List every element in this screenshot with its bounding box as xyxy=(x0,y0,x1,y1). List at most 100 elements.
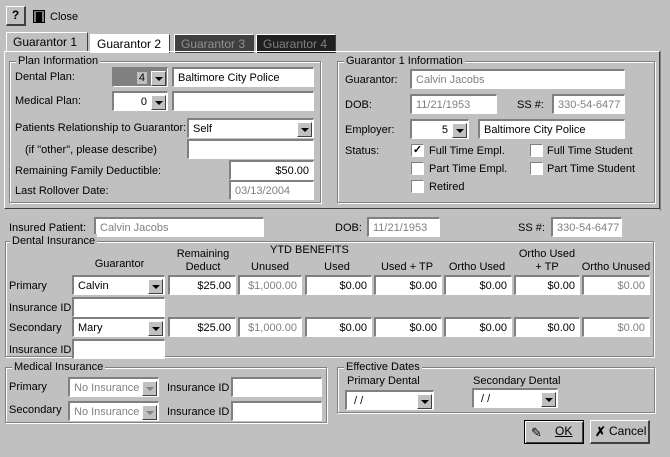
dental-insurance-title: Dental Insurance xyxy=(10,234,98,248)
secondary-ortho-unused: $0.00 xyxy=(582,317,650,337)
secondary-guarantor-select[interactable]: Mary xyxy=(72,317,165,337)
chevron-down-icon xyxy=(142,381,157,396)
chevron-down-icon[interactable] xyxy=(452,123,467,138)
employer-name[interactable]: Baltimore City Police xyxy=(478,119,625,139)
primary-guarantor-value: Calvin xyxy=(78,280,109,292)
secondary-remaining[interactable]: $25.00 xyxy=(168,317,236,337)
primary-used[interactable]: $0.00 xyxy=(305,275,372,295)
secondary-used-tp[interactable]: $0.00 xyxy=(374,317,442,337)
patient-dob-input: 11/21/1953 xyxy=(367,217,440,237)
primary-ortho-used-tp[interactable]: $0.00 xyxy=(514,275,580,295)
primary-dental-date-select[interactable]: / / xyxy=(345,390,434,410)
close-button[interactable]: Close xyxy=(32,8,80,26)
door-icon xyxy=(33,10,45,23)
pencil-icon: ✎ xyxy=(531,425,542,440)
status-label: Status: xyxy=(345,145,380,157)
header-unused: Unused xyxy=(251,261,289,273)
chevron-down-icon[interactable] xyxy=(417,394,432,409)
close-label: Close xyxy=(50,11,79,23)
secondary-insurance-id-input[interactable] xyxy=(72,339,165,359)
chevron-down-icon[interactable] xyxy=(151,95,166,110)
medical-plan-select[interactable]: 0 xyxy=(112,91,168,111)
effective-dates-title: Effective Dates xyxy=(344,360,422,374)
guarantor-dob-label: DOB: xyxy=(345,99,372,111)
dental-plan-value: 4 xyxy=(136,72,147,84)
chevron-down-icon[interactable] xyxy=(151,71,166,86)
primary-remaining[interactable]: $25.00 xyxy=(168,275,236,295)
employer-value: 5 xyxy=(441,124,448,136)
primary-insurance-id-label: Insurance ID xyxy=(9,302,72,314)
retired-checkbox[interactable] xyxy=(411,180,424,193)
chevron-down-icon[interactable] xyxy=(541,392,556,407)
medical-secondary-label: Secondary xyxy=(9,404,62,416)
medical-primary-select: No Insurance xyxy=(68,377,159,397)
full-time-empl-label: Full Time Empl. xyxy=(429,145,505,157)
employer-label: Employer: xyxy=(345,124,395,136)
secondary-used[interactable]: $0.00 xyxy=(305,317,372,337)
guarantor-name-input: Calvin Jacobs xyxy=(410,69,625,89)
chevron-down-icon[interactable] xyxy=(148,321,163,336)
part-time-empl-checkbox[interactable] xyxy=(411,162,424,175)
header-used-tp: Used + TP xyxy=(380,261,434,273)
other-describe-input[interactable] xyxy=(187,139,314,159)
ytd-benefits-label: YTD BENEFITS xyxy=(270,244,349,256)
secondary-dental-date-select[interactable]: / / xyxy=(472,388,558,408)
medical-primary-value: No Insurance xyxy=(74,382,140,394)
chevron-down-icon xyxy=(142,405,157,420)
cancel-button[interactable]: ✗ Cancel xyxy=(590,420,650,444)
guarantor-ss-label: SS #: xyxy=(517,99,544,111)
secondary-ortho-used-tp[interactable]: $0.00 xyxy=(514,317,580,337)
help-button[interactable]: ? xyxy=(6,6,26,26)
primary-unused: $1,000.00 xyxy=(238,275,302,295)
medical-secondary-value: No Insurance xyxy=(74,406,140,418)
patient-ss-label: SS #: xyxy=(518,222,545,234)
header-ortho-used: Ortho Used xyxy=(448,261,506,273)
ok-label: OK xyxy=(555,424,573,438)
medical-plan-name[interactable] xyxy=(172,91,314,111)
primary-insurance-id-input[interactable] xyxy=(72,297,165,317)
deductible-label: Remaining Family Deductible: xyxy=(15,165,162,177)
part-time-student-label: Part Time Student xyxy=(547,163,636,175)
medical-secondary-id-input[interactable] xyxy=(231,401,322,421)
relationship-select[interactable]: Self xyxy=(187,118,314,138)
guarantor-dob-input: 11/21/1953 xyxy=(410,94,497,114)
primary-ortho-unused: $0.00 xyxy=(582,275,650,295)
vertical-scrollbar[interactable] xyxy=(660,51,668,211)
primary-row-label: Primary xyxy=(9,280,47,292)
medical-primary-id-label: Insurance ID xyxy=(167,382,230,394)
chevron-down-icon[interactable] xyxy=(148,279,163,294)
header-used: Used xyxy=(324,261,350,273)
medical-primary-label: Primary xyxy=(9,381,47,393)
relationship-value: Self xyxy=(193,123,212,135)
chevron-down-icon[interactable] xyxy=(297,122,312,137)
dental-plan-name[interactable]: Baltimore City Police xyxy=(172,67,314,87)
guarantor-ss-input: 330-54-6477 xyxy=(552,94,625,114)
other-describe-label: (if "other", please describe) xyxy=(25,144,157,156)
patient-dob-label: DOB: xyxy=(335,222,362,234)
dental-plan-select[interactable]: 4 xyxy=(112,67,168,87)
rollover-input: 03/13/2004 xyxy=(229,180,314,200)
full-time-student-checkbox[interactable] xyxy=(530,144,543,157)
part-time-student-checkbox[interactable] xyxy=(530,162,543,175)
header-ortho-used-tp: Ortho Used + TP xyxy=(518,248,576,273)
secondary-dental-date-value: / / xyxy=(478,393,491,405)
secondary-guarantor-value: Mary xyxy=(78,322,103,334)
tab-guarantor-1[interactable]: Guarantor 1 xyxy=(6,32,88,51)
primary-guarantor-select[interactable]: Calvin xyxy=(72,275,165,295)
retired-label: Retired xyxy=(429,181,465,193)
deductible-input[interactable]: $50.00 xyxy=(229,160,314,180)
header-ortho-unused: Ortho Unused xyxy=(581,261,651,273)
full-time-student-label: Full Time Student xyxy=(547,145,633,157)
medical-plan-label: Medical Plan: xyxy=(15,95,82,107)
full-time-empl-checkbox[interactable]: ✓ xyxy=(411,144,424,157)
employer-select[interactable]: 5 xyxy=(410,119,469,139)
insured-patient-label: Insured Patient: xyxy=(9,222,87,234)
primary-used-tp[interactable]: $0.00 xyxy=(374,275,442,295)
medical-primary-id-input[interactable] xyxy=(231,377,322,397)
medical-secondary-id-label: Insurance ID xyxy=(167,406,230,418)
plan-info-title: Plan Information xyxy=(16,54,101,68)
part-time-empl-label: Part Time Empl. xyxy=(429,163,508,175)
secondary-ortho-used[interactable]: $0.00 xyxy=(444,317,512,337)
primary-ortho-used[interactable]: $0.00 xyxy=(444,275,512,295)
ok-button[interactable]: ✎ OK xyxy=(524,420,584,444)
